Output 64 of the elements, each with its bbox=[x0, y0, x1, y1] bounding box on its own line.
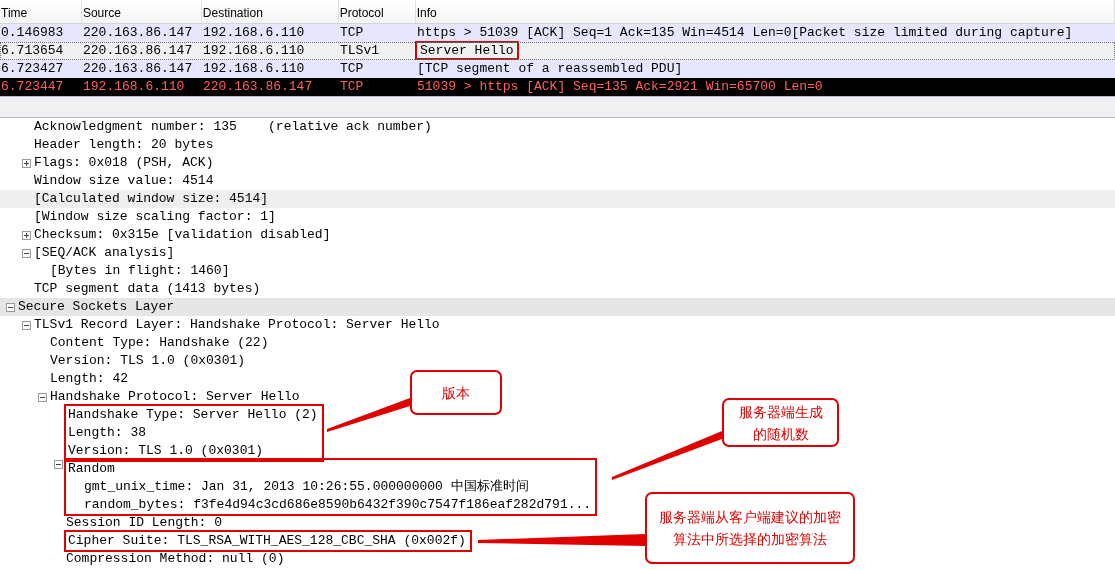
tree-item[interactable]: [Bytes in flight: 1460] bbox=[0, 262, 230, 280]
table-cell-text: 6.713654 bbox=[0, 42, 65, 60]
tree-item[interactable]: Handshake Type: Server Hello (2) bbox=[66, 406, 318, 424]
collapse-icon[interactable] bbox=[53, 460, 63, 469]
table-cell-text: 192.168.6.110 bbox=[202, 24, 306, 42]
table-cell-text: 220.163.86.147 bbox=[82, 60, 194, 78]
callout: 服务器端从客户端建议的加密算法中所选择的加密算法 bbox=[645, 492, 855, 564]
table-cell-text: 220.163.86.147 bbox=[82, 24, 194, 42]
tree-item[interactable]: gmt_unix_time: Jan 31, 2013 10:26:55.000000000 中国标准时间 bbox=[66, 478, 529, 496]
tree-item[interactable]: Compression Method: null (0) bbox=[0, 550, 285, 568]
packet-row[interactable]: 6.723447 192.168.6.110 220.163.86.147 TCP 51039 > https [ACK] Seq=135 Ack=2921 Win=65700 Len=0 bbox=[0, 78, 1115, 96]
tree-item[interactable]: [SEQ/ACK analysis] bbox=[0, 244, 175, 262]
tree-item[interactable]: Version: TLS 1.0 (0x0301) bbox=[0, 352, 246, 370]
table-cell-text: 220.163.86.147 bbox=[82, 42, 194, 60]
tree-item[interactable]: Header length: 20 bytes bbox=[0, 136, 214, 154]
tree-item[interactable]: random_bytes: f3fe4d94c3cd686e8590b6432f390c7547f186eaf282d791... bbox=[66, 496, 592, 514]
tree-item[interactable]: Checksum: 0x315e [validation disabled] bbox=[0, 226, 331, 244]
tree-item[interactable]: Window size value: 4514 bbox=[0, 172, 214, 190]
tree-item[interactable]: Content Type: Handshake (22) bbox=[0, 334, 269, 352]
tree-item[interactable]: Length: 38 bbox=[66, 424, 146, 442]
tree-item[interactable]: [Calculated window size: 4514] bbox=[0, 190, 1115, 208]
callout: 服务器端生成的随机数 bbox=[722, 398, 839, 447]
collapse-icon[interactable] bbox=[37, 392, 47, 402]
table-cell-text: 6.723427 bbox=[0, 60, 65, 78]
column-header[interactable]: Destination bbox=[201, 0, 339, 23]
tree-item[interactable]: TCP segment data (1413 bytes) bbox=[0, 280, 261, 298]
table-cell: https > 51039 [ACK] Seq=1 Ack=135 Win=4514 Len=0[Packet size limited during capture] bbox=[417, 25, 1073, 40]
tree-item[interactable]: Length: 42 bbox=[0, 370, 128, 388]
table-cell-text: TCP bbox=[339, 78, 365, 96]
expand-icon[interactable] bbox=[21, 158, 31, 168]
collapse-icon[interactable] bbox=[5, 302, 15, 312]
column-header[interactable]: Info bbox=[415, 0, 1115, 23]
table-cell-text: TLSv1 bbox=[339, 42, 380, 60]
table-cell-text: TCP bbox=[339, 24, 365, 42]
tree-item[interactable]: Flags: 0x018 (PSH, ACK) bbox=[0, 154, 214, 172]
tree-item[interactable]: TLSv1 Record Layer: Handshake Protocol: Server Hello bbox=[0, 316, 440, 334]
tree-item[interactable]: Version: TLS 1.0 (0x0301) bbox=[66, 442, 264, 460]
collapse-icon[interactable] bbox=[21, 320, 31, 330]
tree-item[interactable]: Random bbox=[66, 460, 115, 478]
tree-item[interactable]: Session ID Length: 0 bbox=[0, 514, 223, 532]
table-cell-text: 6.723447 bbox=[0, 78, 65, 96]
table-cell-text: 192.168.6.110 bbox=[202, 42, 306, 60]
tree-item[interactable]: Secure Sockets Layer bbox=[0, 298, 1115, 316]
collapse-icon[interactable] bbox=[21, 248, 31, 258]
tree-item[interactable]: Cipher Suite: TLS_RSA_WITH_AES_128_CBC_SHA (0x002f) bbox=[66, 532, 466, 550]
column-header[interactable]: Protocol bbox=[338, 0, 416, 23]
table-cell-text: 192.168.6.110 bbox=[202, 60, 306, 78]
packet-row[interactable]: 6.723427 220.163.86.147 192.168.6.110 TCP [TCP segment of a reassembled PDU] bbox=[0, 60, 1115, 78]
packet-row[interactable]: 0.146983 220.163.86.147 192.168.6.110 TCP https > 51039 [ACK] Seq=1 Ack=135 Win=4514 Len=0[Packet size limited during capture] bbox=[0, 24, 1115, 42]
table-cell-text: TCP bbox=[339, 60, 365, 78]
tree-item[interactable]: [Window size scaling factor: 1] bbox=[0, 208, 276, 226]
table-cell: [TCP segment of a reassembled PDU] bbox=[417, 61, 683, 76]
tree-item[interactable]: Handshake Protocol: Server Hello bbox=[0, 388, 300, 406]
packet-row[interactable]: 6.713654 220.163.86.147 192.168.6.110 TLSv1 Server Hello bbox=[0, 42, 1115, 60]
table-cell-text: 192.168.6.110 bbox=[82, 78, 186, 96]
table-cell: Server Hello bbox=[417, 43, 517, 58]
expand-icon[interactable] bbox=[21, 230, 31, 240]
column-header[interactable]: Time bbox=[0, 0, 82, 23]
table-cell-text: 0.146983 bbox=[0, 24, 65, 42]
callout: 版本 bbox=[410, 370, 502, 415]
table-cell: 51039 > https [ACK] Seq=135 Ack=2921 Win=65700 Len=0 bbox=[417, 79, 823, 94]
tree-item[interactable]: Acknowledgment number: 135 (relative ack number) bbox=[0, 118, 432, 136]
table-cell-text: 220.163.86.147 bbox=[202, 78, 314, 96]
column-header[interactable]: Source bbox=[81, 0, 202, 23]
